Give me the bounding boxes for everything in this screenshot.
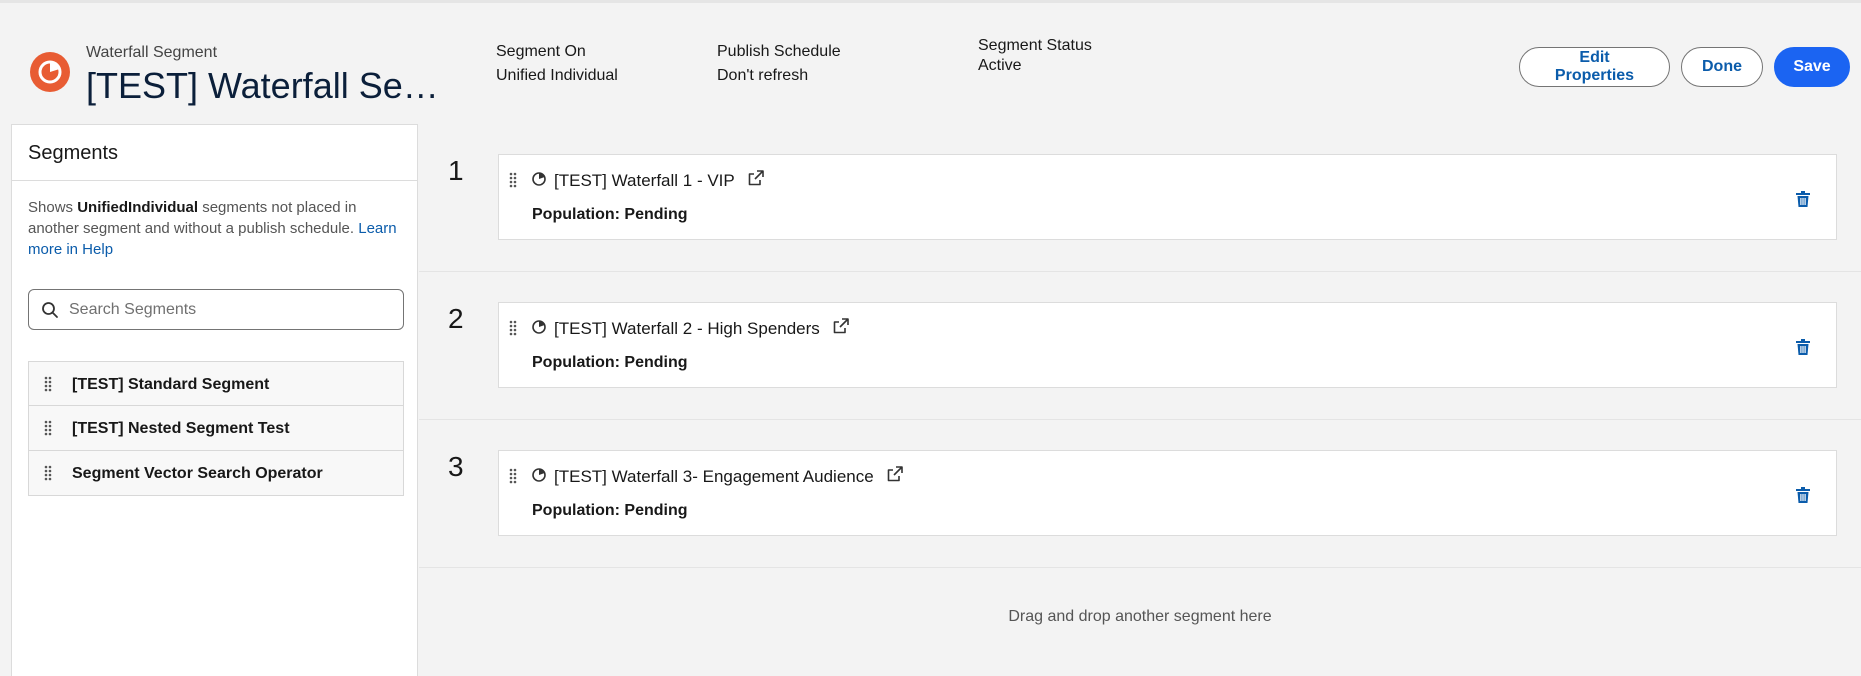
divider bbox=[12, 180, 417, 181]
population-status: Population: Pending bbox=[532, 502, 688, 519]
segment-icon bbox=[531, 467, 547, 488]
field-label: Segment On bbox=[496, 43, 586, 60]
population-status: Population: Pending bbox=[532, 206, 688, 223]
external-link-icon[interactable] bbox=[886, 465, 904, 488]
segment-icon bbox=[531, 171, 547, 192]
drag-handle-icon[interactable] bbox=[509, 468, 517, 489]
field-value: Don't refresh bbox=[717, 67, 809, 84]
drag-handle-icon[interactable] bbox=[44, 465, 52, 486]
segment-icon bbox=[531, 319, 547, 340]
field-label: Publish Schedule bbox=[717, 43, 841, 60]
page-title: [TEST] Waterfall Segment bbox=[86, 65, 456, 106]
waterfall-row: 3 [TEST] Waterfall 3- Engagement Audienc… bbox=[419, 420, 1861, 568]
done-button[interactable]: Done bbox=[1681, 47, 1763, 87]
dropzone-text[interactable]: Drag and drop another segment here bbox=[419, 608, 1861, 626]
field-value: Unified Individual bbox=[496, 67, 618, 84]
list-item-label: [TEST] Nested Segment Test bbox=[72, 420, 290, 437]
search-field[interactable] bbox=[28, 289, 404, 330]
waterfall-row: 2 [TEST] Waterfall 2 - High Spenders Pop… bbox=[419, 272, 1861, 420]
field-label: Segment Status bbox=[978, 37, 1092, 54]
rank-number: 3 bbox=[448, 451, 464, 482]
waterfall-canvas: 1 [TEST] Waterfall 1 - VIP Population: P… bbox=[419, 124, 1861, 676]
save-button[interactable]: Save bbox=[1774, 47, 1850, 87]
segment-card[interactable]: [TEST] Waterfall 3- Engagement Audience … bbox=[498, 450, 1837, 536]
drag-handle-icon[interactable] bbox=[509, 320, 517, 341]
segment-logo-icon bbox=[30, 52, 70, 92]
list-item-label: Segment Vector Search Operator bbox=[72, 465, 323, 482]
segment-name: [TEST] Waterfall 2 - High Spenders bbox=[554, 317, 850, 340]
record-header: Waterfall Segment [TEST] Waterfall Segme… bbox=[0, 3, 1861, 123]
edit-properties-button[interactable]: Edit Properties bbox=[1519, 47, 1670, 87]
help-bold: UnifiedIndividual bbox=[77, 199, 199, 216]
waterfall-row: 1 [TEST] Waterfall 1 - VIP Population: P… bbox=[419, 124, 1861, 272]
list-item-label: [TEST] Standard Segment bbox=[72, 376, 270, 393]
segment-name: [TEST] Waterfall 3- Engagement Audience bbox=[554, 465, 904, 488]
segment-name-text: [TEST] Waterfall 1 - VIP bbox=[554, 170, 735, 190]
field-segment-on: Segment On Unified Individual bbox=[496, 40, 618, 88]
field-value: Active bbox=[978, 57, 1022, 74]
segment-card[interactable]: [TEST] Waterfall 2 - High Spenders Popul… bbox=[498, 302, 1837, 388]
drag-handle-icon[interactable] bbox=[44, 420, 52, 441]
search-input[interactable] bbox=[69, 295, 389, 325]
list-item[interactable]: [TEST] Standard Segment bbox=[28, 361, 404, 406]
panel-title: Segments bbox=[28, 142, 119, 164]
help-prefix: Shows bbox=[28, 199, 78, 216]
available-segments-panel: Segments Shows UnifiedIndividual segment… bbox=[11, 124, 418, 676]
segment-name-text: [TEST] Waterfall 2 - High Spenders bbox=[554, 318, 820, 338]
segment-card[interactable]: [TEST] Waterfall 1 - VIP Population: Pen… bbox=[498, 154, 1837, 240]
delete-icon[interactable] bbox=[1796, 339, 1810, 360]
rank-number: 1 bbox=[448, 155, 464, 186]
field-segment-status: Segment Status Active bbox=[978, 36, 1092, 76]
population-status: Population: Pending bbox=[532, 354, 688, 371]
segment-name: [TEST] Waterfall 1 - VIP bbox=[554, 169, 765, 192]
delete-icon[interactable] bbox=[1796, 191, 1810, 212]
list-item[interactable]: [TEST] Nested Segment Test bbox=[28, 406, 404, 451]
drag-handle-icon[interactable] bbox=[509, 172, 517, 193]
segment-name-text: [TEST] Waterfall 3- Engagement Audience bbox=[554, 466, 874, 486]
external-link-icon[interactable] bbox=[747, 169, 765, 192]
help-text: Shows UnifiedIndividual segments not pla… bbox=[28, 197, 408, 260]
drag-handle-icon[interactable] bbox=[44, 376, 52, 397]
field-publish-schedule: Publish Schedule Don't refresh bbox=[717, 40, 841, 88]
rank-number: 2 bbox=[448, 303, 464, 334]
search-icon bbox=[41, 301, 59, 324]
delete-icon[interactable] bbox=[1796, 487, 1810, 508]
list-item[interactable]: Segment Vector Search Operator bbox=[28, 451, 404, 496]
external-link-icon[interactable] bbox=[832, 317, 850, 340]
record-type-label: Waterfall Segment bbox=[86, 44, 218, 61]
available-segment-list: [TEST] Standard Segment [TEST] Nested Se… bbox=[28, 361, 404, 496]
